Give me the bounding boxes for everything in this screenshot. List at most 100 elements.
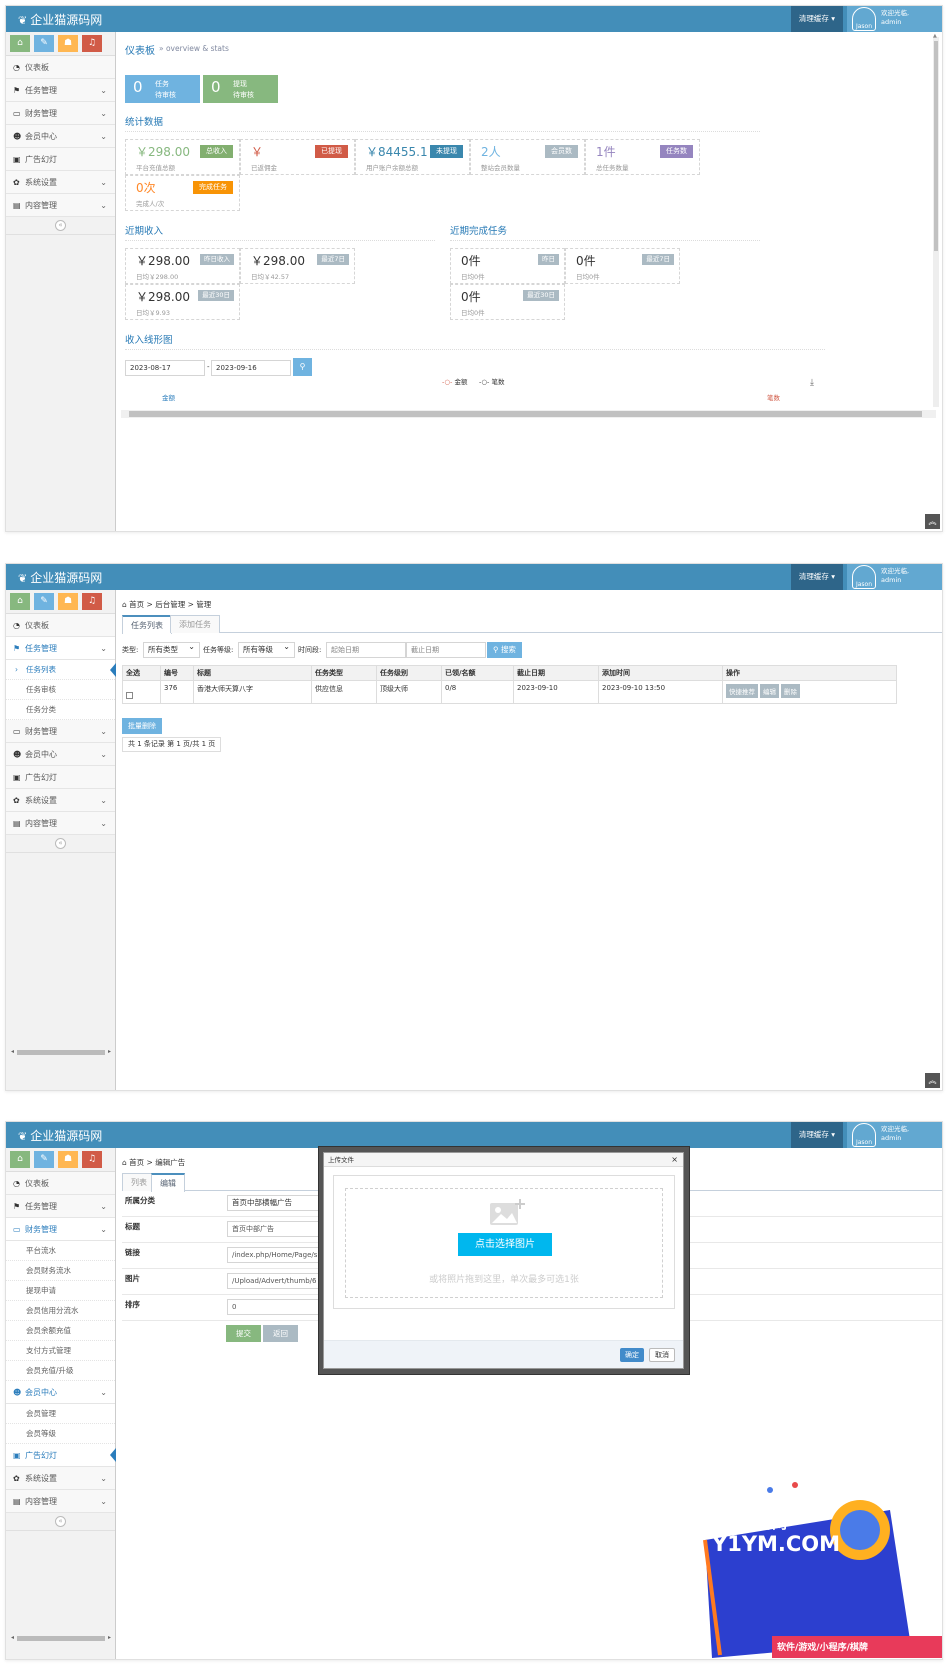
sidebar-sub-platform-flow[interactable]: 平台流水 (6, 1241, 115, 1261)
sidebar-sub-task-review[interactable]: 任务审核 (6, 680, 115, 700)
sidebar-item-member[interactable]: ☻ 会员中心 ⌄ (6, 1381, 115, 1404)
sidebar-item-content[interactable]: ▤ 内容管理 ⌄ (6, 1490, 115, 1513)
back-to-top-button[interactable]: ︽ (925, 514, 940, 529)
sidebar-item-task[interactable]: ⚑ 任务管理 ⌄ (6, 1195, 115, 1218)
col-select-all[interactable]: 全选 (122, 665, 161, 681)
brand-logo[interactable]: ❦ 企业猫源码网 (18, 569, 102, 586)
chart-end-date[interactable]: 2023-09-16 (211, 360, 291, 376)
sidebar-item-finance[interactable]: ▭ 财务管理 ⌄ (6, 102, 115, 125)
start-date-input[interactable]: 起始日期 (326, 642, 406, 658)
sidebar-item-ads[interactable]: ▣ 广告幻灯 (6, 1444, 116, 1467)
sidebar-item-dashboard[interactable]: ◔ 仪表板 (6, 1172, 115, 1195)
sidebar-sub-upgrade[interactable]: 会员充值/升级 (6, 1361, 115, 1381)
collapse-toggle-icon[interactable]: « (55, 1516, 66, 1527)
sidebar-sub-task-list[interactable]: 任务列表 (6, 660, 116, 680)
sidebar-item-finance[interactable]: ▭ 财务管理 ⌄ (6, 1218, 115, 1241)
image-input[interactable]: /Upload/Advert/thumb/6 (227, 1273, 327, 1289)
sidebar-item-settings[interactable]: ✿ 系统设置 ⌄ (6, 1467, 115, 1490)
sidebar-item-settings[interactable]: ✿ 系统设置 ⌄ (6, 171, 115, 194)
sidebar-item-dashboard[interactable]: ◔ 仪表板 (6, 614, 115, 637)
sidebar-sub-withdraw[interactable]: 提现申请 (6, 1281, 115, 1301)
cancel-button[interactable]: 取消 (649, 1348, 675, 1362)
legend-count[interactable]: -○- 笔数 (479, 376, 504, 386)
user-menu[interactable]: Jason 欢迎光临, admin (847, 564, 942, 590)
sidebar-sub-member-level[interactable]: 会员等级 (6, 1424, 115, 1444)
breadcrumb-home[interactable]: 首页 (129, 1158, 144, 1167)
level-label: 任务等级: (203, 646, 234, 654)
sidebar-item-content[interactable]: ▤ 内容管理 ⌄ (6, 194, 115, 217)
sidebar-scrollbar[interactable]: ◂ ▸ (11, 1634, 111, 1642)
sidebar-scrollbar[interactable]: ◂ ▸ (11, 1048, 111, 1056)
clear-cache-button[interactable]: 清理缓存 ▾ (791, 1122, 843, 1148)
batch-delete-button[interactable]: 批量删除 (122, 718, 162, 734)
type-select[interactable]: 所有类型 (143, 640, 200, 658)
sort-input[interactable]: 0 (227, 1299, 327, 1315)
sidebar-sub-credit-flow[interactable]: 会员信用分流水 (6, 1301, 115, 1321)
delete-button[interactable]: 删除 (781, 684, 800, 698)
sidebar-item-finance[interactable]: ▭ 财务管理 ⌄ (6, 720, 115, 743)
submit-button[interactable]: 提交 (226, 1325, 261, 1342)
vertical-scrollbar[interactable]: ▲ (933, 33, 939, 407)
search-button[interactable]: ⚲ 搜索 (487, 642, 522, 658)
clear-cache-button[interactable]: 清理缓存 ▾ (791, 6, 843, 32)
tab-task-list[interactable]: 任务列表 (122, 615, 172, 634)
bell-shortcut-icon[interactable]: ♫ (82, 1151, 102, 1168)
sidebar-item-task[interactable]: ⚑ 任务管理 ⌄ (6, 637, 115, 660)
collapse-toggle-icon[interactable]: « (55, 838, 66, 849)
pencil-shortcut-icon[interactable]: ✎ (34, 35, 54, 52)
users-shortcut-icon[interactable]: ☗ (58, 593, 78, 610)
sidebar-item-ads[interactable]: ▣ 广告幻灯 (6, 766, 115, 789)
horizontal-scrollbar[interactable] (121, 410, 936, 418)
chart-start-date[interactable]: 2023-08-17 (125, 360, 205, 376)
quick-recommend-button[interactable]: 快捷推荐 (726, 684, 758, 698)
tab-add-task[interactable]: 添加任务 (170, 615, 220, 633)
tab-edit[interactable]: 编辑 (151, 1173, 185, 1192)
user-menu[interactable]: Jason 欢迎光临, admin (847, 1122, 942, 1148)
pick-image-button[interactable]: 点击选择图片 (458, 1233, 552, 1256)
pending-task-box[interactable]: 0 任务 待审核 (125, 75, 200, 103)
ok-button[interactable]: 确定 (620, 1348, 644, 1362)
drop-zone[interactable]: 点击选择图片 或将照片拖到这里，单次最多可选1张 (345, 1188, 663, 1298)
level-select[interactable]: 所有等级 (238, 640, 295, 658)
end-date-input[interactable]: 截止日期 (406, 642, 486, 658)
home-shortcut-icon[interactable]: ⌂ (10, 35, 30, 52)
sidebar-sub-recharge[interactable]: 会员余额充值 (6, 1321, 115, 1341)
sidebar-item-ads[interactable]: ▣ 广告幻灯 (6, 148, 115, 171)
sidebar-item-dashboard[interactable]: ◔ 仪表板 (6, 56, 115, 79)
chart-search-button[interactable]: ⚲ (293, 358, 312, 376)
back-to-top-button[interactable]: ︽ (925, 1073, 940, 1088)
bell-shortcut-icon[interactable]: ♫ (82, 35, 102, 52)
users-shortcut-icon[interactable]: ☗ (58, 35, 78, 52)
sidebar-item-settings[interactable]: ✿ 系统设置 ⌄ (6, 789, 115, 812)
home-shortcut-icon[interactable]: ⌂ (10, 593, 30, 610)
link-input[interactable]: /index.php/Home/Page/sh (227, 1247, 327, 1263)
sidebar-sub-member-finance[interactable]: 会员财务流水 (6, 1261, 115, 1281)
legend-amount[interactable]: -○- 金额 (442, 376, 467, 386)
clear-cache-button[interactable]: 清理缓存 ▾ (791, 564, 843, 590)
sidebar-sub-payment[interactable]: 支付方式管理 (6, 1341, 115, 1361)
pencil-shortcut-icon[interactable]: ✎ (34, 1151, 54, 1168)
user-menu[interactable]: Jason 欢迎光临, admin (847, 6, 942, 32)
home-shortcut-icon[interactable]: ⌂ (10, 1151, 30, 1168)
users-shortcut-icon[interactable]: ☗ (58, 1151, 78, 1168)
pencil-shortcut-icon[interactable]: ✎ (34, 593, 54, 610)
title-input[interactable]: 首页中部广告 (227, 1221, 327, 1237)
row-checkbox[interactable] (126, 691, 133, 699)
bell-shortcut-icon[interactable]: ♫ (82, 593, 102, 610)
brand-logo[interactable]: ❦ 企业猫源码网 (18, 11, 102, 28)
sidebar-sub-task-category[interactable]: 任务分类 (6, 700, 115, 720)
sidebar-sub-member-manage[interactable]: 会员管理 (6, 1404, 115, 1424)
sidebar-item-task[interactable]: ⚑ 任务管理 ⌄ (6, 79, 115, 102)
collapse-toggle-icon[interactable]: « (55, 220, 66, 231)
download-icon[interactable]: ⤓ (810, 378, 814, 388)
sidebar-item-member[interactable]: ☻ 会员中心 ⌄ (6, 125, 115, 148)
sidebar-item-content[interactable]: ▤ 内容管理 ⌄ (6, 812, 115, 835)
sidebar-item-member[interactable]: ☻ 会员中心 ⌄ (6, 743, 115, 766)
back-button[interactable]: 返回 (263, 1325, 298, 1342)
pending-withdraw-box[interactable]: 0 提现 待审核 (203, 75, 278, 103)
breadcrumb-home[interactable]: 首页 (129, 600, 144, 609)
breadcrumb-admin[interactable]: 后台管理 (155, 600, 185, 609)
brand-logo[interactable]: ❦ 企业猫源码网 (18, 1127, 102, 1144)
close-icon[interactable]: × (671, 1153, 678, 1167)
edit-button[interactable]: 编辑 (760, 684, 779, 698)
